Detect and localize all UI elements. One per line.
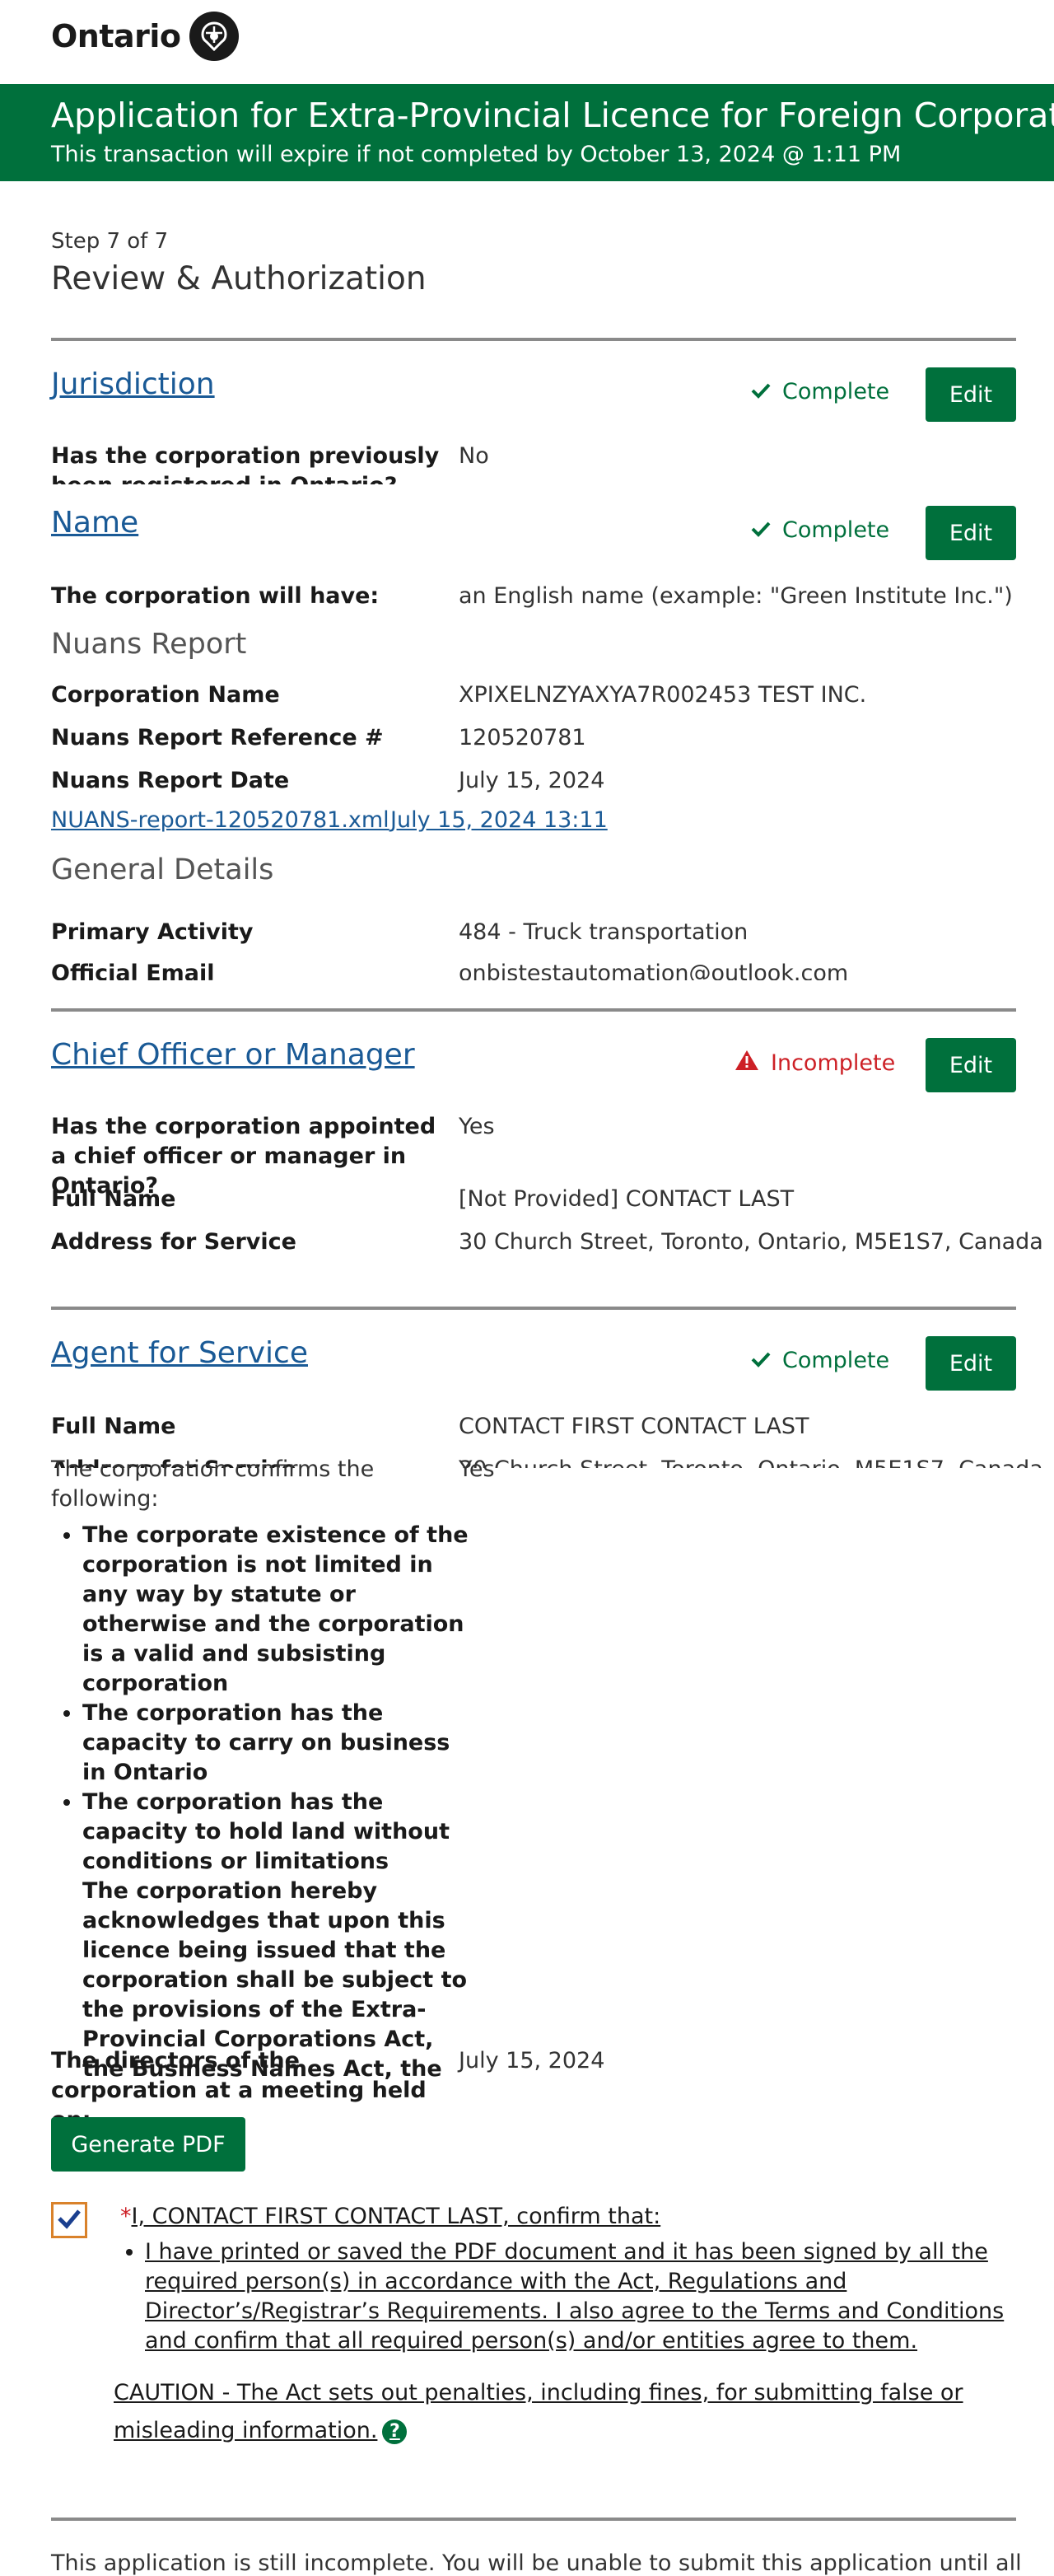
caution-notice: CAUTION - The Act sets out penalties, in…	[114, 2374, 1019, 2450]
list-item: I have printed or saved the PDF document…	[145, 2237, 1051, 2356]
official-email-row: Official Email onbistestautomation@outlo…	[0, 959, 1054, 980]
confirm-label: The corporation confirms the following:	[51, 1456, 375, 1512]
primary-activity-value: 484 - Truck transportation	[459, 919, 749, 945]
caution-text: CAUTION - The Act sets out penalties, in…	[114, 2380, 963, 2443]
incomplete-notice: This application is still incomplete. Yo…	[51, 2550, 1022, 2576]
page-title: Review & Authorization	[51, 260, 427, 297]
status-label: Incomplete	[771, 1050, 896, 1076]
ontario-logo[interactable]: Ontario	[51, 12, 239, 61]
section-divider	[51, 1307, 1016, 1310]
checkmark-icon	[751, 517, 771, 543]
warning-icon	[735, 1050, 759, 1077]
chief-officer-address-label: Address for Service	[51, 1229, 296, 1255]
required-marker: *	[120, 2204, 132, 2229]
checkmark-icon	[57, 2208, 82, 2232]
jurisdiction-details: Has the corporation previously been regi…	[0, 442, 1054, 484]
declaration-list: I have printed or saved the PDF document…	[114, 2237, 1051, 2356]
official-email-label: Official Email	[51, 961, 215, 980]
application-title: Application for Extra-Provincial Licence…	[51, 96, 1054, 135]
agent-name-label: Full Name	[51, 1414, 176, 1439]
edit-chief-officer-button[interactable]: Edit	[926, 1038, 1016, 1092]
status-label: Complete	[782, 1348, 890, 1373]
chief-officer-name-value: [Not Provided] CONTACT LAST	[459, 1186, 795, 1212]
status-label: Complete	[782, 517, 890, 543]
corporation-name-value: XPIXELNZYAXYA7R002453 TEST INC.	[459, 682, 867, 708]
previously-registered-label: Has the corporation previously been regi…	[51, 443, 440, 484]
checkmark-icon	[751, 1348, 771, 1373]
nuans-date-value: July 15, 2024	[459, 768, 605, 793]
name-type-label: The corporation will have:	[51, 583, 380, 609]
nuans-report-file-link[interactable]: NUANS-report-120520781.xml	[51, 807, 389, 833]
agent-status: Complete	[751, 1348, 889, 1373]
jurisdiction-section-link[interactable]: Jurisdiction	[51, 367, 215, 401]
chief-officer-appointed-value: Yes	[459, 1114, 495, 1139]
primary-activity-label: Primary Activity	[51, 919, 254, 945]
help-icon[interactable]: ?	[382, 2419, 408, 2444]
agent-name-value: CONTACT FIRST CONTACT LAST	[459, 1414, 809, 1439]
nuans-reference-value: 120520781	[459, 725, 586, 750]
step-indicator: Step 7 of 7	[51, 229, 169, 254]
nuans-report-timestamp-link[interactable]: July 15, 2024 13:11	[390, 807, 608, 833]
jurisdiction-status: Complete	[751, 379, 889, 404]
chief-officer-address-value: 30 Church Street, Toronto, Ontario, M5E1…	[459, 1229, 1043, 1255]
chief-officer-name-label: Full Name	[51, 1186, 176, 1212]
trillium-icon	[189, 12, 239, 61]
section-divider	[51, 2518, 1016, 2521]
declaration-item-text: I have printed or saved the PDF document…	[145, 2239, 1005, 2354]
declaration-lead: *I, CONTACT FIRST CONTACT LAST, confirm …	[120, 2204, 660, 2229]
expiry-notice: This transaction will expire if not comp…	[51, 142, 902, 167]
name-section-link[interactable]: Name	[51, 506, 138, 540]
generate-pdf-button[interactable]: Generate PDF	[51, 2117, 245, 2172]
agent-section-link[interactable]: Agent for Service	[51, 1336, 308, 1370]
section-divider	[51, 1008, 1016, 1012]
general-details-heading: General Details	[51, 853, 274, 886]
name-type-value: an English name (example: "Green Institu…	[459, 583, 1013, 609]
list-item: The corporate existence of the corporati…	[82, 1521, 478, 1699]
page-banner: Application for Extra-Provincial Licence…	[0, 84, 1054, 181]
corporation-name-label: Corporation Name	[51, 682, 280, 708]
list-item: The corporation has the capacity to hold…	[82, 1788, 478, 1877]
chief-officer-section-link[interactable]: Chief Officer or Manager	[51, 1038, 415, 1072]
brand-wordmark: Ontario	[51, 18, 181, 54]
agent-address-value: 30 Church Street, Toronto, Ontario, M5E1…	[459, 1455, 1043, 1468]
confirm-value: Yes	[459, 1456, 495, 1482]
nuans-report-heading: Nuans Report	[51, 628, 247, 661]
declaration-checkbox[interactable]	[51, 2202, 87, 2238]
status-label: Complete	[782, 379, 890, 404]
confirm-list: The corporate existence of the corporati…	[51, 1521, 478, 2081]
declaration-lead-text: I, CONTACT FIRST CONTACT LAST, confirm t…	[131, 2204, 661, 2229]
edit-jurisdiction-button[interactable]: Edit	[926, 367, 1016, 422]
official-email-value: onbistestautomation@outlook.com	[459, 961, 849, 980]
nuans-date-label: Nuans Report Date	[51, 768, 290, 793]
checkmark-icon	[751, 379, 771, 404]
chief-officer-status: Incomplete	[735, 1050, 895, 1077]
previously-registered-value: No	[459, 443, 489, 469]
name-status: Complete	[751, 517, 889, 543]
section-divider	[51, 338, 1016, 341]
nuans-reference-label: Nuans Report Reference #	[51, 725, 384, 750]
directors-meeting-value: July 15, 2024	[459, 2048, 605, 2073]
list-item: The corporation has the capacity to carr…	[82, 1699, 478, 1788]
edit-name-button[interactable]: Edit	[926, 506, 1016, 560]
edit-agent-button[interactable]: Edit	[926, 1336, 1016, 1391]
